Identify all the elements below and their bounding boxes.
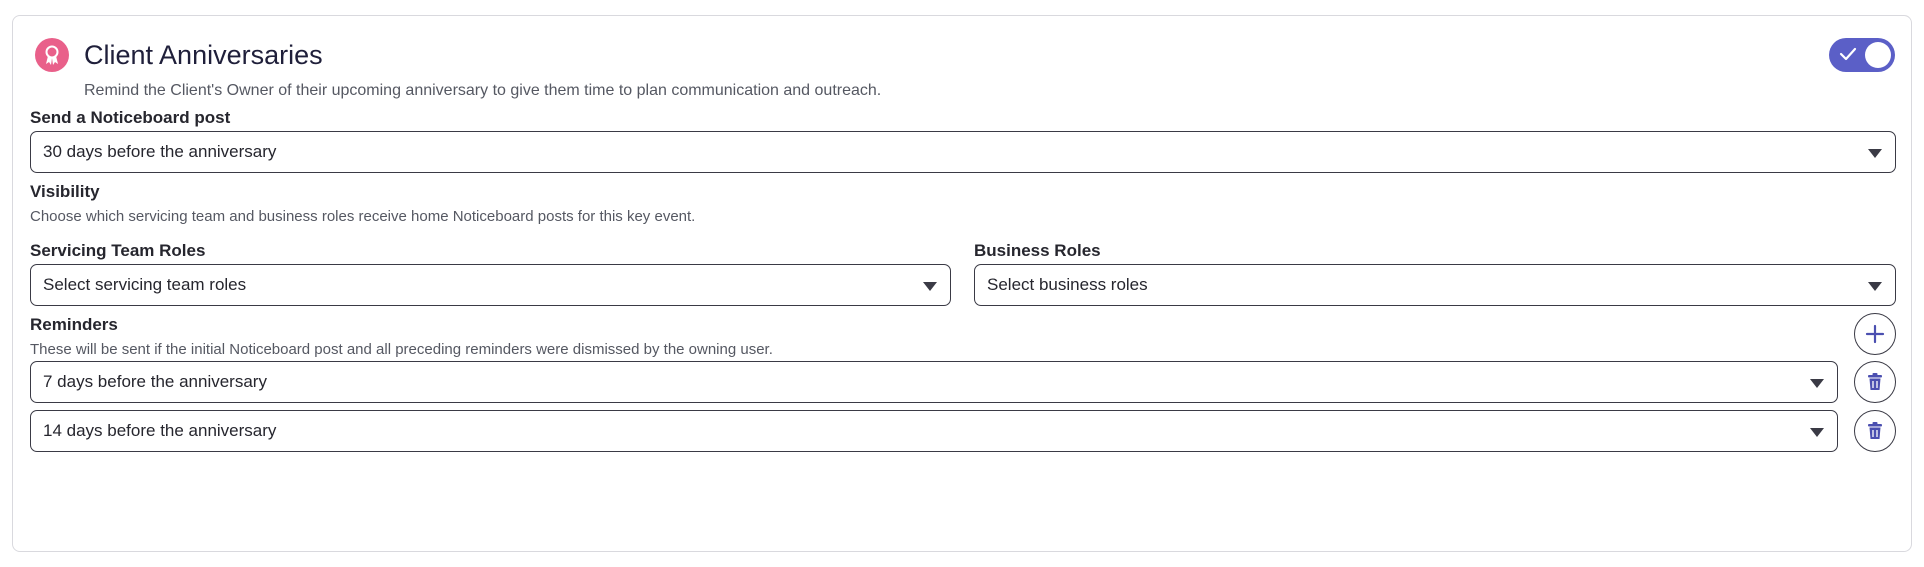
reminders-help: These will be sent if the initial Notice… (30, 341, 773, 358)
reminder-select-value: 7 days before the anniversary (43, 372, 267, 391)
award-ribbon-icon (35, 38, 69, 72)
reminder-select-value: 14 days before the anniversary (43, 421, 277, 440)
business-roles-label: Business Roles (974, 241, 1101, 260)
enable-toggle[interactable] (1829, 38, 1895, 72)
chevron-down-icon (923, 282, 937, 291)
chevron-down-icon (1868, 282, 1882, 291)
noticeboard-select[interactable]: 30 days before the anniversary (30, 131, 1896, 173)
noticeboard-label: Send a Noticeboard post (30, 108, 231, 127)
check-icon (1839, 47, 1857, 61)
delete-reminder-button[interactable] (1854, 410, 1896, 452)
servicing-team-roles-placeholder: Select servicing team roles (43, 275, 247, 294)
trash-icon (1868, 373, 1882, 390)
noticeboard-select-value: 30 days before the anniversary (43, 142, 277, 161)
servicing-team-roles-select[interactable]: Select servicing team roles (30, 264, 951, 306)
chevron-down-icon (1810, 428, 1824, 437)
visibility-help: Choose which servicing team and business… (30, 208, 696, 225)
delete-reminder-button[interactable] (1854, 361, 1896, 403)
business-roles-placeholder: Select business roles (987, 275, 1148, 294)
business-roles-select[interactable]: Select business roles (974, 264, 1896, 306)
chevron-down-icon (1810, 379, 1824, 388)
page-subtitle: Remind the Client's Owner of their upcom… (84, 82, 882, 99)
page-title: Client Anniversaries (84, 40, 323, 70)
toggle-knob (1865, 42, 1891, 68)
reminder-select[interactable]: 7 days before the anniversary (30, 361, 1838, 403)
servicing-team-roles-label: Servicing Team Roles (30, 241, 206, 260)
trash-icon (1868, 422, 1882, 439)
plus-icon (1865, 324, 1885, 344)
reminder-select[interactable]: 14 days before the anniversary (30, 410, 1838, 452)
add-reminder-button[interactable] (1854, 313, 1896, 355)
visibility-label: Visibility (30, 182, 100, 201)
client-anniversaries-card: Client Anniversaries Remind the Client's… (12, 15, 1912, 552)
reminders-label: Reminders (30, 315, 118, 334)
chevron-down-icon (1868, 149, 1882, 158)
